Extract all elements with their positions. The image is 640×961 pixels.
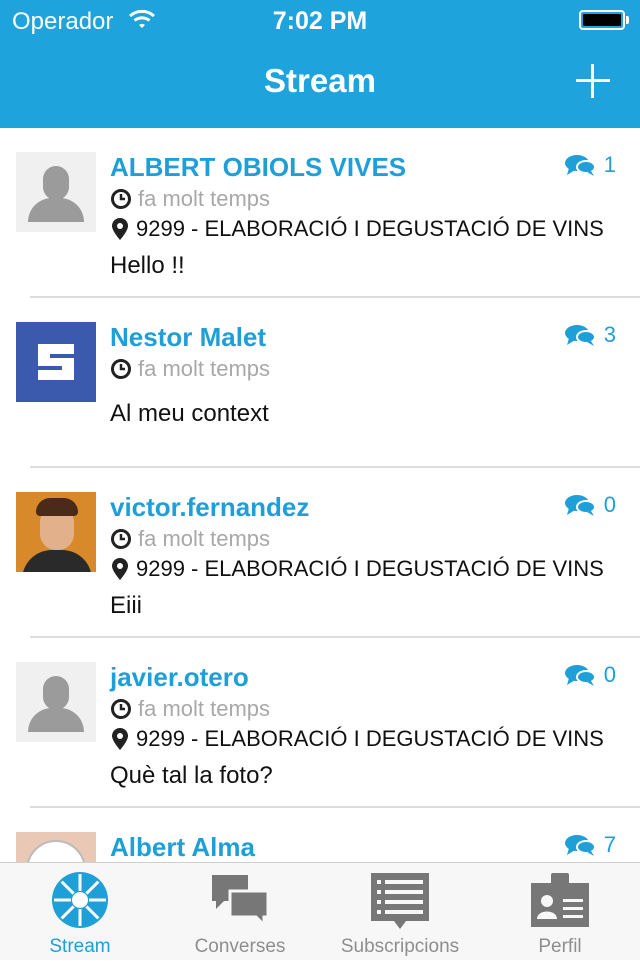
post-location[interactable]: 9299 - ELABORACIÓ I DEGUSTACIÓ DE VINS (110, 216, 616, 242)
post-time: fa molt temps (110, 186, 270, 212)
post-location-text: 9299 - ELABORACIÓ I DEGUSTACIÓ DE VINS (136, 556, 604, 581)
stream-feed[interactable]: ALBERT OBIOLS VIVES 1 fa molt temps 9299… (0, 128, 640, 862)
comment-count[interactable]: 3 (564, 322, 616, 348)
comment-count[interactable]: 1 (564, 152, 616, 178)
tab-subscripcions[interactable]: Subscripcions (320, 863, 480, 961)
post-author[interactable]: ALBERT OBIOLS VIVES (110, 152, 406, 183)
tab-perfil[interactable]: Perfil (480, 863, 640, 961)
status-bar: Operador 7:02 PM (0, 0, 640, 40)
clock-label: 7:02 PM (272, 7, 368, 35)
post-text: Eiii (110, 592, 143, 619)
clock-icon (111, 359, 131, 379)
default-avatar[interactable] (16, 152, 96, 232)
clock-icon (111, 189, 131, 209)
comment-count-value: 7 (603, 832, 616, 857)
post-author[interactable]: Nestor Malet (110, 322, 266, 353)
comment-count-value: 3 (603, 322, 616, 347)
chat-bubbles-icon (212, 875, 270, 929)
cartoon-avatar[interactable] (16, 832, 96, 862)
list-icon (371, 873, 429, 929)
post-time-text: fa molt temps (138, 526, 271, 551)
tab-label: Converses (194, 936, 286, 957)
post-time: fa molt temps (110, 356, 270, 382)
post-text: Hello !! (110, 252, 185, 279)
navigation-header: Operador 7:02 PM Stream (0, 0, 640, 128)
page-title: Stream (264, 62, 376, 99)
comments-icon (564, 155, 596, 176)
comments-icon (564, 495, 596, 516)
post-time-text: fa molt temps (138, 696, 271, 721)
location-pin-icon (112, 728, 128, 750)
post-item[interactable]: Nestor Malet 3 fa molt temps Al meu cont… (0, 298, 640, 468)
tab-stream[interactable]: Stream (0, 863, 160, 961)
post-text: Al meu context (110, 400, 269, 427)
comments-icon (564, 325, 596, 346)
tab-bar: Stream Converses Subscripcions Perfil (0, 862, 640, 960)
post-author[interactable]: Albert Alma (110, 832, 255, 862)
post-location[interactable]: 9299 - ELABORACIÓ I DEGUSTACIÓ DE VINS (110, 556, 616, 582)
clock-icon (111, 529, 131, 549)
comments-icon (564, 835, 596, 856)
comment-count[interactable]: 0 (564, 492, 616, 518)
tab-converses[interactable]: Converses (160, 863, 320, 961)
comment-count-value: 1 (603, 152, 616, 177)
comment-count-value: 0 (603, 662, 616, 687)
post-author[interactable]: victor.fernandez (110, 492, 309, 523)
post-location[interactable]: 9299 - ELABORACIÓ I DEGUSTACIÓ DE VINS (110, 726, 616, 752)
stream-icon (52, 872, 108, 928)
profile-card-icon (531, 873, 589, 927)
tab-label: Perfil (538, 936, 582, 957)
post-item[interactable]: victor.fernandez 0 fa molt temps 9299 - … (0, 468, 640, 638)
post-time: fa molt temps (110, 696, 270, 722)
photo-avatar[interactable] (16, 492, 96, 572)
post-item[interactable]: ALBERT OBIOLS VIVES 1 fa molt temps 9299… (0, 128, 640, 298)
plus-icon (576, 64, 610, 98)
post-item[interactable]: Albert Alma 7 (0, 808, 640, 862)
post-author[interactable]: javier.otero (110, 662, 249, 693)
location-pin-icon (112, 218, 128, 240)
comment-count[interactable]: 0 (564, 662, 616, 688)
post-time: fa molt temps (110, 526, 270, 552)
comments-icon (564, 665, 596, 686)
battery-icon (579, 10, 625, 30)
tab-label: Stream (49, 936, 111, 957)
post-location-text: 9299 - ELABORACIÓ I DEGUSTACIÓ DE VINS (136, 726, 604, 751)
post-time-text: fa molt temps (138, 356, 271, 381)
clock-icon (111, 699, 131, 719)
comment-count[interactable]: 7 (564, 832, 616, 858)
s-logo-avatar[interactable] (16, 322, 96, 402)
tab-label: Subscripcions (340, 936, 460, 957)
location-pin-icon (112, 558, 128, 580)
add-post-button[interactable] (574, 62, 612, 100)
battery-tip (626, 16, 629, 24)
post-item[interactable]: javier.otero 0 fa molt temps 9299 - ELAB… (0, 638, 640, 808)
post-text: Què tal la foto? (110, 762, 273, 789)
comment-count-value: 0 (603, 492, 616, 517)
post-location-text: 9299 - ELABORACIÓ I DEGUSTACIÓ DE VINS (136, 216, 604, 241)
post-time-text: fa molt temps (138, 186, 271, 211)
default-avatar[interactable] (16, 662, 96, 742)
